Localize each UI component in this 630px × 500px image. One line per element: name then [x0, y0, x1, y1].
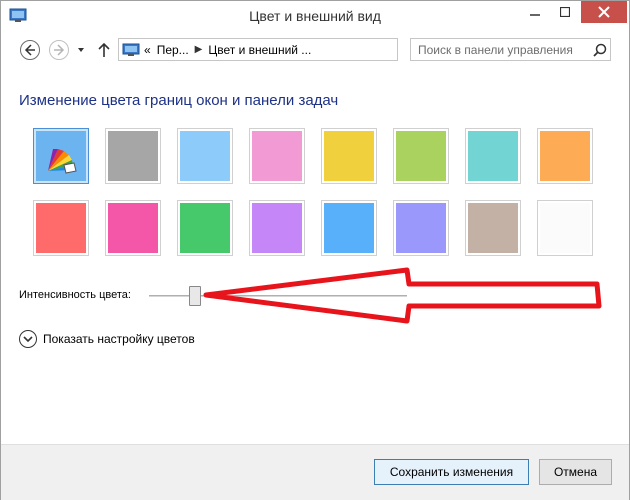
color-palette-icon: [48, 149, 77, 174]
color-swatch-fill: [468, 131, 518, 181]
control-panel-icon: [122, 43, 140, 56]
chevron-down-icon: [19, 330, 37, 348]
color-swatch-fill: [468, 203, 518, 253]
address-bar[interactable]: « Пер... ▶ Цвет и внешний ...: [118, 38, 509, 61]
close-button[interactable]: [581, 1, 627, 23]
color-swatch-periwinkle[interactable]: [393, 200, 449, 256]
color-swatch-color-picker[interactable]: [33, 128, 89, 184]
window: Цвет и внешний вид « Пер... ▶ Цвет и вне…: [0, 0, 630, 500]
color-swatch-fill: [396, 131, 446, 181]
save-changes-button[interactable]: Сохранить изменения: [374, 459, 529, 485]
search-icon[interactable]: [593, 43, 607, 57]
color-swatch-violet[interactable]: [249, 200, 305, 256]
color-swatch-taupe[interactable]: [465, 200, 521, 256]
color-swatch-fill: [324, 203, 374, 253]
search-box[interactable]: Поиск в панели управления: [410, 38, 611, 61]
color-swatch-gray[interactable]: [105, 128, 161, 184]
page-title: Изменение цвета границ окон и панели зад…: [19, 92, 339, 109]
color-swatch-magenta[interactable]: [105, 200, 161, 256]
minimize-icon: [530, 14, 540, 16]
color-swatch-fill: [108, 131, 158, 181]
color-swatch-fill: [180, 131, 230, 181]
color-swatch-fill: [324, 131, 374, 181]
color-swatch-orange[interactable]: [537, 128, 593, 184]
color-swatch-blue[interactable]: [321, 200, 377, 256]
show-color-mixer-label: Показать настройку цветов: [43, 332, 195, 346]
color-swatch-fill: [252, 203, 302, 253]
navigation-bar: « Пер... ▶ Цвет и внешний ... Поиск в па…: [1, 35, 629, 65]
minimize-button[interactable]: [521, 1, 549, 23]
color-swatch-fill: [108, 203, 158, 253]
close-icon: [598, 6, 610, 18]
breadcrumb-item-color[interactable]: Цвет и внешний ...: [208, 43, 311, 57]
color-swatch-fill: [36, 203, 86, 253]
red-arrow-annotation: [203, 267, 602, 324]
recent-pages-dropdown-icon[interactable]: [75, 44, 87, 56]
color-swatch-green[interactable]: [177, 200, 233, 256]
color-swatch-lime[interactable]: [393, 128, 449, 184]
color-swatch-yellow[interactable]: [321, 128, 377, 184]
color-intensity-slider-thumb[interactable]: [189, 286, 202, 306]
maximize-icon: [560, 7, 570, 17]
breadcrumb-item-personalization[interactable]: Пер...: [157, 43, 189, 57]
maximize-button[interactable]: [551, 1, 579, 23]
color-swatch-fill: [396, 203, 446, 253]
color-swatch-pink[interactable]: [249, 128, 305, 184]
search-input[interactable]: Поиск в панели управления: [418, 43, 573, 57]
cancel-button[interactable]: Отмена: [539, 459, 612, 485]
color-swatch-teal[interactable]: [465, 128, 521, 184]
color-swatch-light-blue[interactable]: [177, 128, 233, 184]
color-swatch-fill: [36, 131, 86, 181]
up-arrow-icon[interactable]: [95, 39, 113, 61]
breadcrumb-overflow[interactable]: «: [144, 43, 151, 57]
title-bar: Цвет и внешний вид: [1, 1, 629, 33]
color-swatch-fill: [252, 131, 302, 181]
color-swatch-red[interactable]: [33, 200, 89, 256]
back-button[interactable]: [19, 39, 41, 61]
show-color-mixer-toggle[interactable]: Показать настройку цветов: [19, 330, 195, 348]
forward-button[interactable]: [48, 39, 70, 61]
color-swatch-fill: [180, 203, 230, 253]
footer-bar: Сохранить изменения Отмена: [1, 444, 629, 500]
color-swatch-fill: [540, 131, 590, 181]
color-swatch-fill: [540, 203, 590, 253]
breadcrumb-separator-icon: ▶: [194, 44, 203, 55]
color-swatch-white[interactable]: [537, 200, 593, 256]
color-intensity-label: Интенсивность цвета:: [19, 289, 131, 301]
